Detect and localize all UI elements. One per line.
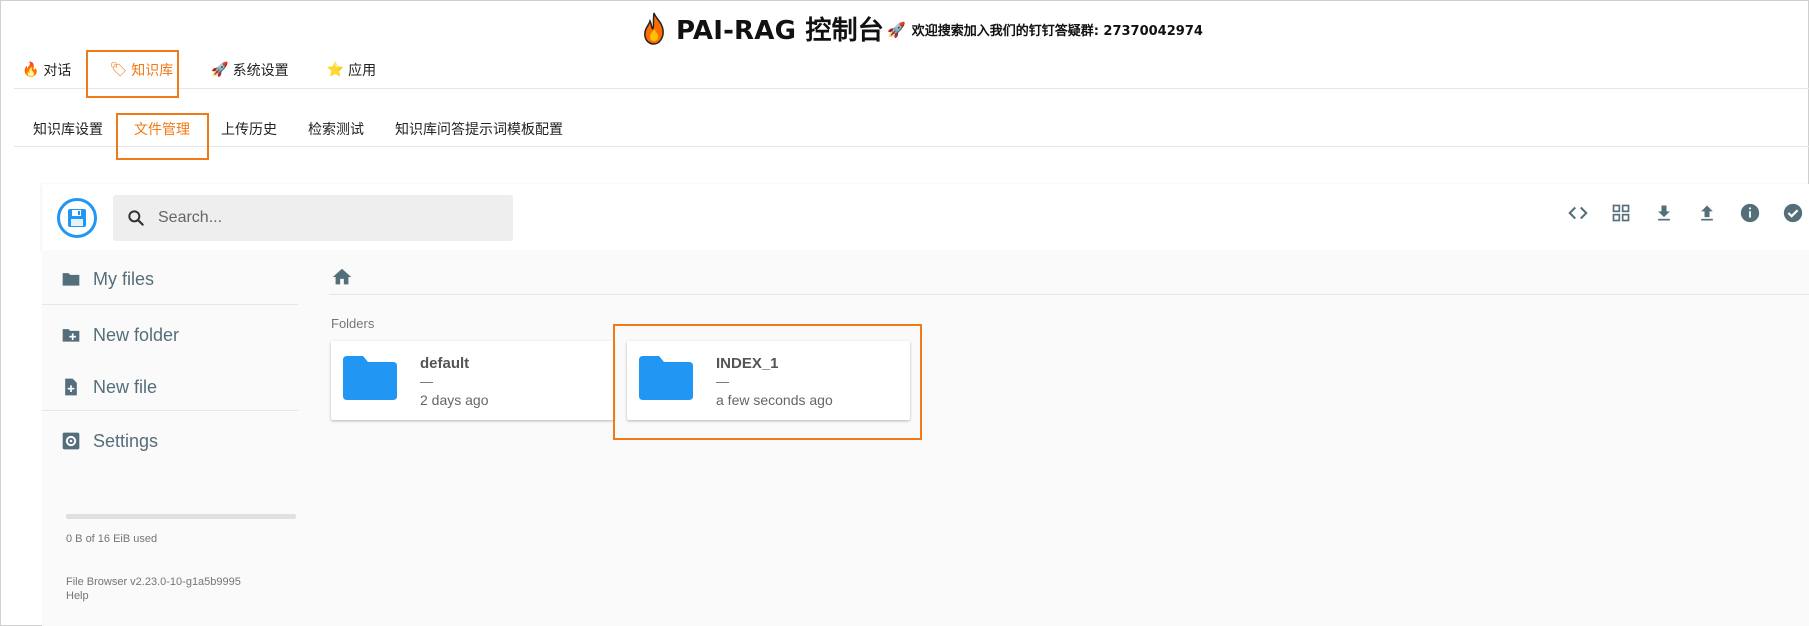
sidebar-item-my-files[interactable]: My files xyxy=(42,250,298,308)
fire-icon: 🔥 xyxy=(22,62,40,78)
folder-modified: 2 days ago xyxy=(420,392,489,408)
new-file-icon xyxy=(65,378,77,396)
fire-icon xyxy=(644,12,664,45)
file-listing: Folders default — 2 days ago INDEX_1 — a… xyxy=(329,250,1809,626)
tab-chat[interactable]: 🔥 对话 xyxy=(14,52,79,88)
main-tabs: 🔥 对话 🏷 知识库 🚀 系统设置 ⭐ 应用 xyxy=(14,52,406,88)
sidebar-item-label: Settings xyxy=(93,430,159,451)
highlight-box-sub-tab xyxy=(116,113,209,160)
info-icon[interactable] xyxy=(1738,201,1762,225)
sidebar-item-label: New file xyxy=(93,376,158,397)
tab-label: 应用 xyxy=(348,63,377,79)
search-icon xyxy=(128,210,144,226)
subtab-divider xyxy=(14,146,1809,147)
floppy-icon xyxy=(68,209,86,227)
storage-usage-text: 0 B of 16 EiB used xyxy=(66,533,158,545)
tab-system-settings[interactable]: 🚀 系统设置 xyxy=(203,52,296,88)
subtab-retrieval-test[interactable]: 检索测试 xyxy=(299,112,373,146)
folder-size: — xyxy=(420,374,433,389)
highlight-box-folder xyxy=(613,324,922,440)
new-folder-icon xyxy=(62,329,80,342)
grid-view-icon[interactable] xyxy=(1609,201,1633,225)
code-icon[interactable] xyxy=(1566,201,1590,225)
rocket-icon: 🚀 xyxy=(887,20,906,39)
tab-apps[interactable]: ⭐ 应用 xyxy=(319,52,384,88)
subtab-prompt-template[interactable]: 知识库问答提示词模板配置 xyxy=(386,112,572,146)
storage-usage-bar xyxy=(66,514,296,519)
notice-banner: 🚀 欢迎搜索加入我们的钉钉答疑群: 27370042974 xyxy=(887,20,1203,40)
upload-icon[interactable] xyxy=(1695,201,1719,225)
subtab-kb-settings[interactable]: 知识库设置 xyxy=(24,112,112,146)
sidebar-item-label: My files xyxy=(93,268,155,289)
folder-name: default xyxy=(420,355,470,372)
notice-text: 欢迎搜索加入我们的钉钉答疑群: 27370042974 xyxy=(911,24,1203,39)
filebrowser-logo-icon[interactable] xyxy=(57,198,97,238)
tab-divider xyxy=(14,88,1809,89)
folder-item[interactable]: default — 2 days ago xyxy=(331,341,614,420)
sidebar-item-new-folder[interactable]: New folder xyxy=(42,306,298,364)
settings-icon xyxy=(62,432,80,450)
tab-label: 系统设置 xyxy=(232,63,289,79)
tab-label: 对话 xyxy=(43,63,72,79)
search-box xyxy=(113,195,513,241)
breadcrumb xyxy=(329,260,1809,295)
sidebar-item-new-file[interactable]: New file xyxy=(42,358,298,416)
help-link[interactable]: Help xyxy=(66,589,241,603)
check-circle-icon[interactable] xyxy=(1781,201,1805,225)
rocket-icon: 🚀 xyxy=(211,62,229,78)
star-icon: ⭐ xyxy=(326,62,345,78)
folder-icon xyxy=(62,273,80,286)
file-browser: My files New folder New file Settings 0 … xyxy=(42,184,1809,626)
sidebar-item-settings[interactable]: Settings xyxy=(42,412,298,470)
home-icon[interactable] xyxy=(331,266,353,292)
file-browser-topbar xyxy=(42,184,1809,250)
title-area: PAI-RAG 控制台 xyxy=(640,10,884,47)
folder-icon xyxy=(343,356,397,400)
section-label-folders: Folders xyxy=(331,316,375,331)
toolbar-actions xyxy=(1547,201,1805,225)
app-header: PAI-RAG 控制台 🚀 欢迎搜索加入我们的钉钉答疑群: 2737004297… xyxy=(0,6,1809,54)
sidebar-divider xyxy=(42,304,298,305)
file-browser-body: My files New folder New file Settings 0 … xyxy=(42,250,1809,626)
download-icon[interactable] xyxy=(1652,201,1676,225)
sub-tabs: 知识库设置 文件管理 上传历史 检索测试 知识库问答提示词模板配置 xyxy=(24,112,585,146)
subtab-upload-history[interactable]: 上传历史 xyxy=(212,112,286,146)
version-text: File Browser v2.23.0-10-g1a5b9995 xyxy=(66,576,241,588)
highlight-box-main-tab xyxy=(86,50,179,98)
sidebar: My files New folder New file Settings 0 … xyxy=(42,250,298,626)
sidebar-divider xyxy=(42,410,298,411)
search-input[interactable] xyxy=(156,208,490,228)
page-title: PAI-RAG 控制台 xyxy=(676,16,884,46)
version-info: File Browser v2.23.0-10-g1a5b9995 Help xyxy=(66,575,241,603)
sidebar-item-label: New folder xyxy=(93,324,180,345)
